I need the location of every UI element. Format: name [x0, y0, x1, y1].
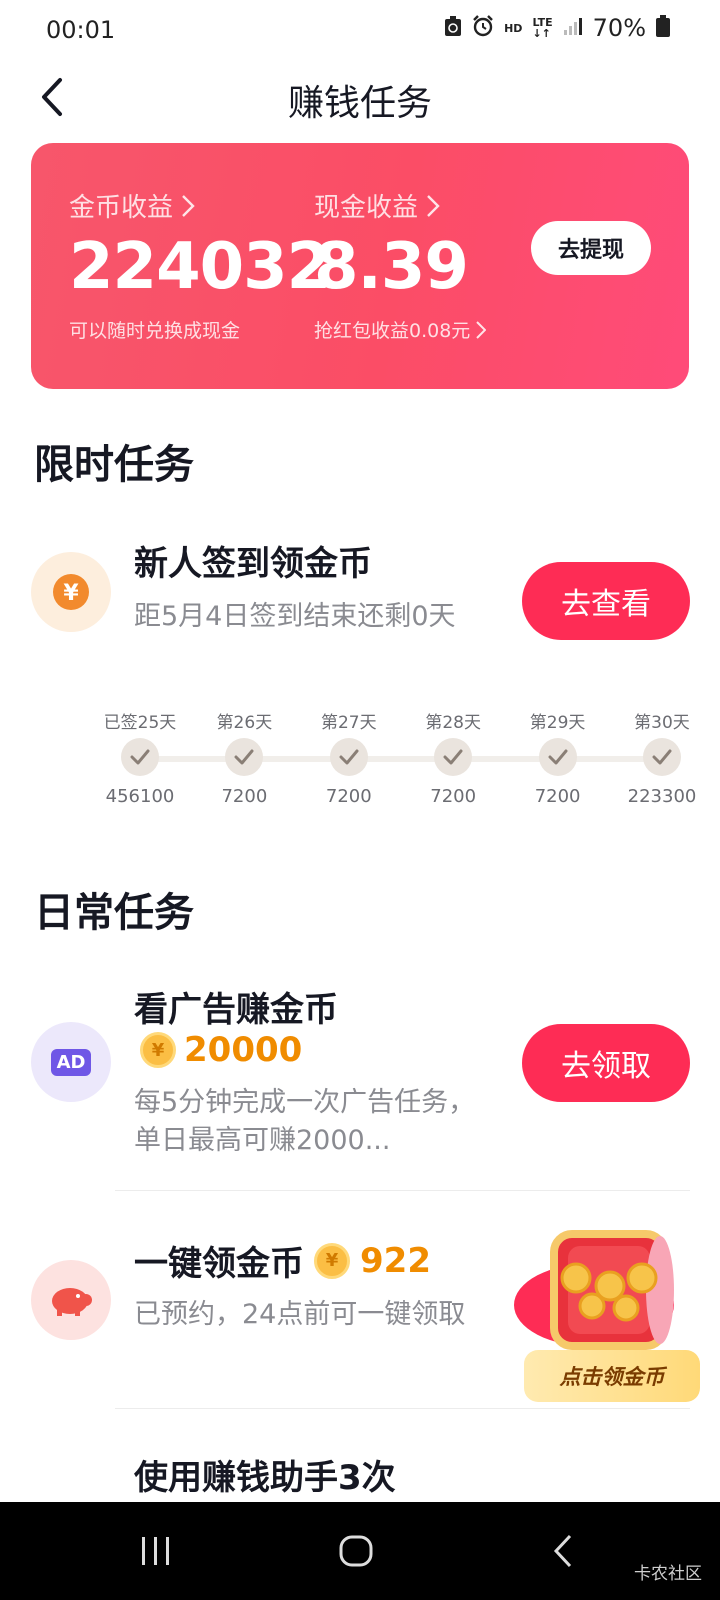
recent-apps-button[interactable]	[136, 1530, 176, 1572]
claim-coins-label[interactable]: 点击领金币	[524, 1350, 700, 1402]
red-packet-earnings[interactable]: 抢红包收益0.08元	[314, 316, 487, 343]
coin-earnings-sub: 可以随时兑换成现金	[69, 320, 241, 342]
checkin-day-label: 第26天	[216, 713, 273, 733]
checkin-day: 第28天 7200	[413, 708, 493, 807]
cash-earnings-label: 现金收益	[314, 193, 419, 223]
checkin-day-reward: 7200	[325, 786, 372, 807]
ad-task-desc: 每5分钟完成一次广告任务，单日最高可赚2000...	[134, 1087, 476, 1156]
checkin-day-label: 第27天	[320, 713, 377, 733]
cash-earnings[interactable]: 现金收益 8.39 抢红包收益0.08元	[314, 187, 487, 343]
checkin-task-desc: 距5月4日签到结束还剩0天	[134, 601, 456, 632]
status-time: 00:01	[46, 16, 116, 44]
divider	[115, 1408, 690, 1409]
checkin-day: 已签25天 456100	[100, 708, 180, 807]
red-packet-earnings-label: 抢红包收益0.08元	[314, 320, 471, 342]
coin-icon: ¥	[314, 1242, 350, 1279]
checkin-day-reward: 456100	[105, 786, 175, 807]
one-click-task-desc: 已预约，24点前可一键领取	[134, 1299, 466, 1330]
battery-icon	[656, 15, 670, 41]
checkin-day-reward: 7200	[221, 786, 268, 807]
one-click-task-name: 一键领金币	[134, 1244, 304, 1284]
checkin-day-label: 已签25天	[103, 713, 177, 733]
checkin-day-label: 第30天	[634, 713, 690, 733]
battery-percent: 70%	[592, 14, 646, 42]
checkin-day-label: 第29天	[529, 713, 586, 733]
view-checkin-button[interactable]: 去查看	[522, 562, 690, 640]
one-click-coin-amount: 922	[360, 1240, 431, 1281]
check-icon	[643, 738, 681, 776]
piggy-bank-icon	[31, 1260, 111, 1340]
checkin-day: 第30天 223300	[622, 708, 702, 807]
checkin-day: 第29天 7200	[518, 708, 598, 807]
checkin-progress: 已签25天 456100 第26天 7200 第27天 7200 第28天 7200 第29天 7…	[102, 708, 700, 818]
alarm-icon	[472, 15, 494, 41]
check-icon	[538, 738, 577, 776]
check-icon	[121, 738, 159, 776]
system-back-icon	[553, 1534, 572, 1568]
watermark: 卡农社区	[634, 1564, 702, 1584]
ad-badge: AD	[50, 1048, 92, 1076]
check-icon	[434, 738, 473, 776]
status-bar: 00:01 HD LTE ↓↑ 70%	[0, 0, 720, 64]
check-icon	[329, 738, 368, 776]
home-button[interactable]	[336, 1530, 376, 1572]
header: 赚钱任务	[0, 64, 720, 134]
svg-text:¥: ¥	[63, 581, 79, 606]
ad-task-reward: ¥ 20000	[140, 1030, 302, 1070]
ad-icon: AD	[31, 1022, 111, 1102]
helper-task-name: 使用赚钱助手3次	[134, 1458, 396, 1498]
hd-indicator: HD	[504, 21, 523, 35]
checkin-day: 第27天 7200	[309, 708, 389, 807]
ad-task-name: 看广告赚金币	[134, 990, 338, 1030]
checkin-day-reward: 7200	[430, 786, 477, 807]
checkin-day: 第26天 7200	[204, 708, 284, 807]
lte-indicator: LTE ↓↑	[532, 16, 553, 40]
coin-earnings[interactable]: 金币收益 224032 可以随时兑换成现金	[69, 187, 331, 343]
cash-earnings-value: 8.39	[314, 230, 469, 304]
divider	[115, 1190, 690, 1191]
daily-tasks-title: 日常任务	[34, 890, 194, 936]
recent-apps-icon	[142, 1537, 169, 1565]
system-nav-bar: 卡农社区	[0, 1502, 720, 1600]
red-packet-drum-icon	[514, 1230, 674, 1350]
checkin-day-reward: 223300	[627, 786, 697, 807]
claim-coins-promo[interactable]: 点击领金币	[514, 1210, 702, 1408]
one-click-task-header: 一键领金币 ¥ 922	[134, 1236, 431, 1285]
earnings-card: 金币收益 224032 可以随时兑换成现金 现金收益 8.39 抢红包收益0.0…	[31, 143, 689, 389]
withdraw-button[interactable]: 去提现	[531, 221, 651, 275]
coin-earnings-value: 224032	[69, 230, 331, 304]
system-back-button[interactable]	[548, 1530, 578, 1572]
checkin-day-reward: 7200	[534, 786, 581, 807]
limited-tasks-title: 限时任务	[34, 442, 194, 488]
status-icons: HD LTE ↓↑ 70%	[444, 14, 670, 42]
claim-ad-button[interactable]: 去领取	[522, 1024, 690, 1102]
signal-icon	[563, 16, 583, 40]
checkin-task-name: 新人签到领金币	[134, 544, 372, 584]
yuan-coin-icon: ¥	[31, 552, 111, 632]
page-title: 赚钱任务	[287, 83, 432, 124]
ad-task-coin-amount: 20000	[184, 1030, 303, 1070]
chevron-right-icon	[182, 194, 195, 217]
chevron-right-icon	[476, 320, 487, 339]
recycle-icon	[444, 15, 462, 41]
chevron-right-icon	[427, 194, 440, 217]
home-icon	[339, 1535, 373, 1567]
checkin-day-label: 第28天	[425, 713, 481, 733]
check-icon	[225, 738, 264, 776]
coin-earnings-label: 金币收益	[69, 193, 174, 223]
coin-icon: ¥	[140, 1032, 176, 1068]
